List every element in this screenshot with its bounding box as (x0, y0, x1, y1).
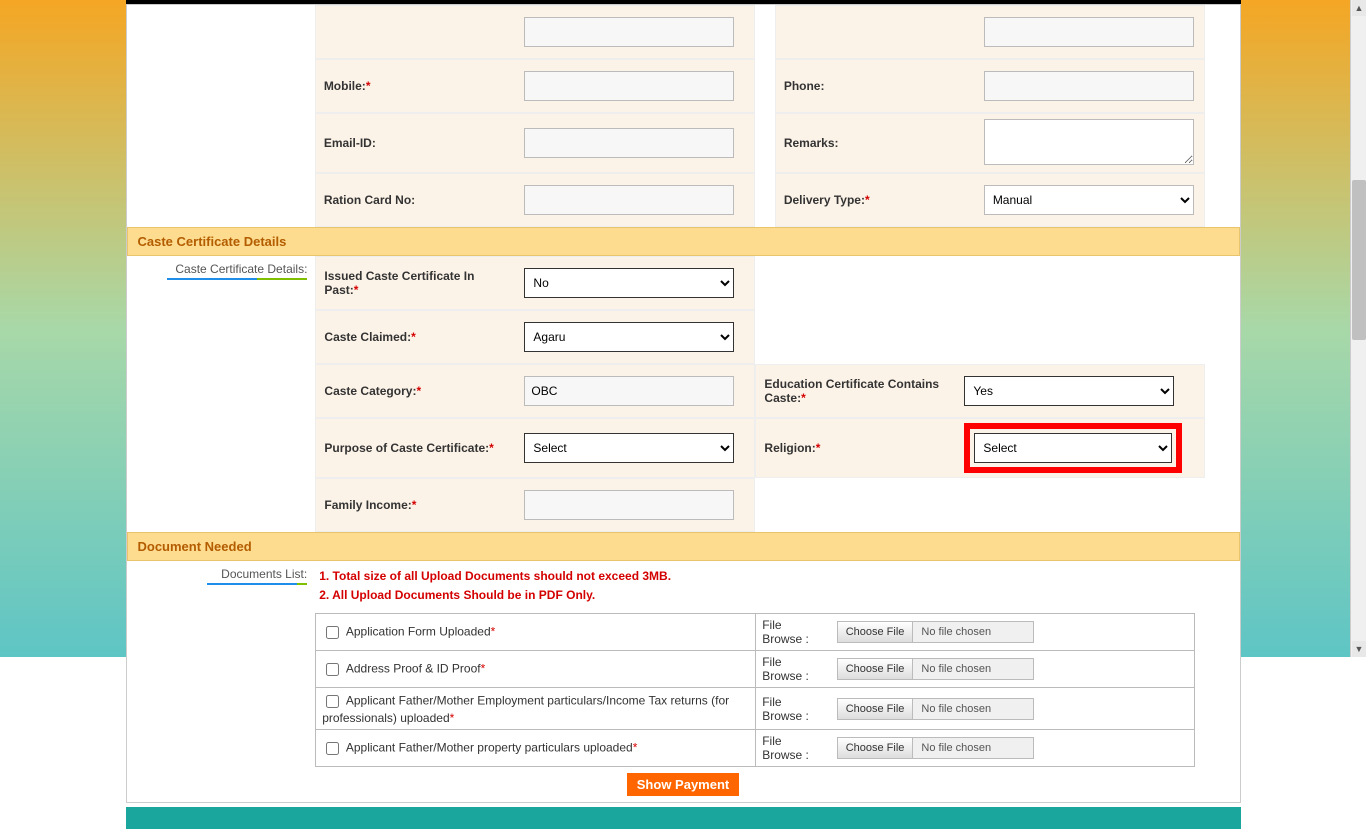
file-browse-label: File Browse : (756, 688, 831, 730)
scrollbar[interactable]: ▲ ▼ (1350, 0, 1366, 657)
choose-file-button[interactable]: Choose File (838, 659, 914, 679)
table-row: Application Form Uploaded*File Browse :C… (316, 614, 1195, 651)
claimed-select[interactable]: Agaru (524, 322, 734, 352)
mobile-label: Mobile: (324, 79, 366, 93)
income-input[interactable] (524, 490, 734, 520)
file-chosen-text: No file chosen (913, 738, 1033, 758)
email-input[interactable] (524, 128, 734, 158)
issued-select[interactable]: No (524, 268, 734, 298)
file-browse-label: File Browse : (756, 730, 831, 767)
edu-select[interactable]: Yes (964, 376, 1174, 406)
table-row: Applicant Father/Mother Employment parti… (316, 688, 1195, 730)
file-chooser[interactable]: Choose FileNo file chosen (837, 698, 1035, 720)
delivery-label: Delivery Type: (784, 193, 865, 207)
mobile-input[interactable] (524, 71, 734, 101)
unknown-input[interactable] (524, 17, 734, 47)
doc-section-header: Document Needed (127, 532, 1240, 561)
phone-input[interactable] (984, 71, 1194, 101)
choose-file-button[interactable]: Choose File (838, 699, 914, 719)
footer-bar (126, 807, 1241, 829)
file-browse-label: File Browse : (756, 651, 831, 688)
doc-row-label: Application Form Uploaded (343, 625, 490, 639)
file-chosen-text: No file chosen (913, 622, 1033, 642)
form-container: Mobile:* Phone: Email-ID: Remarks: (126, 4, 1241, 803)
scrollbar-thumb[interactable] (1352, 180, 1366, 340)
file-chooser[interactable]: Choose FileNo file chosen (837, 621, 1035, 643)
delivery-select[interactable]: Manual (984, 185, 1194, 215)
income-label: Family Income: (324, 498, 411, 512)
file-chooser[interactable]: Choose FileNo file chosen (837, 658, 1035, 680)
doc-checkbox[interactable] (326, 663, 339, 676)
show-payment-button[interactable]: Show Payment (627, 773, 739, 796)
religion-label: Religion: (764, 441, 815, 455)
documents-table: Application Form Uploaded*File Browse :C… (315, 613, 1195, 767)
religion-select[interactable]: Select (974, 433, 1172, 463)
doc-row-label: Applicant Father/Mother property particu… (343, 741, 633, 755)
category-input[interactable] (524, 376, 734, 406)
doc-checkbox[interactable] (326, 626, 339, 639)
doc-row-label: Applicant Father/Mother Employment parti… (322, 694, 729, 725)
doc-checkbox[interactable] (326, 742, 339, 755)
doc-note-1: 1. Total size of all Upload Documents sh… (319, 567, 1235, 586)
file-chosen-text: No file chosen (913, 659, 1033, 679)
ration-input[interactable] (524, 185, 734, 215)
doc-note-2: 2. All Upload Documents Should be in PDF… (319, 586, 1235, 605)
claimed-label: Caste Claimed: (324, 330, 411, 344)
file-chosen-text: No file chosen (913, 699, 1033, 719)
unknown-input-2[interactable] (984, 17, 1194, 47)
email-label: Email-ID: (324, 136, 376, 150)
caste-section-header: Caste Certificate Details (127, 227, 1240, 256)
remarks-textarea[interactable] (984, 119, 1194, 165)
phone-label: Phone: (784, 79, 825, 93)
religion-highlight: Select (964, 423, 1182, 473)
scroll-up-icon[interactable]: ▲ (1352, 0, 1366, 16)
doc-checkbox[interactable] (326, 695, 339, 708)
issued-label: Issued Caste Certificate In Past: (324, 269, 474, 297)
ration-label: Ration Card No: (324, 193, 415, 207)
doc-row-label: Address Proof & ID Proof (343, 662, 480, 676)
purpose-label: Purpose of Caste Certificate: (324, 441, 489, 455)
file-chooser[interactable]: Choose FileNo file chosen (837, 737, 1035, 759)
purpose-select[interactable]: Select (524, 433, 734, 463)
choose-file-button[interactable]: Choose File (838, 738, 914, 758)
doc-sublabel: Documents List: (207, 567, 307, 585)
table-row: Applicant Father/Mother property particu… (316, 730, 1195, 767)
edu-label: Education Certificate Contains Caste: (764, 377, 939, 405)
category-label: Caste Category: (324, 384, 416, 398)
file-browse-label: File Browse : (756, 614, 831, 651)
choose-file-button[interactable]: Choose File (838, 622, 914, 642)
caste-sublabel: Caste Certificate Details: (167, 262, 307, 280)
remarks-label: Remarks: (784, 136, 839, 150)
table-row: Address Proof & ID Proof*File Browse :Ch… (316, 651, 1195, 688)
scroll-down-icon[interactable]: ▼ (1352, 641, 1366, 657)
